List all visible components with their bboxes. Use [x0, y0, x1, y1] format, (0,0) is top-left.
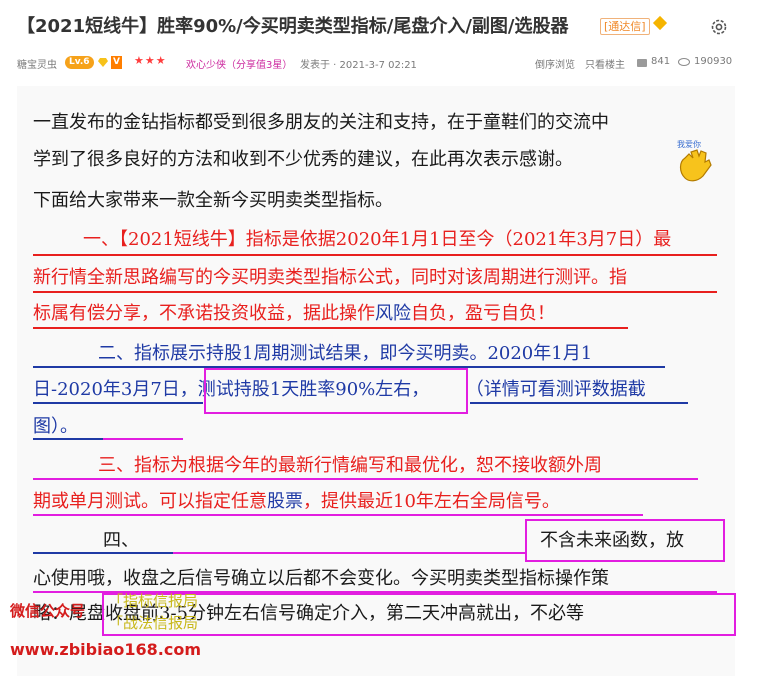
underline [33, 552, 173, 554]
view-count: 190930 [694, 56, 733, 67]
underline [33, 478, 698, 480]
underline [33, 438, 103, 440]
reverse-view-link[interactable]: 倒序浏览 [535, 56, 575, 71]
highlight-box [525, 519, 725, 562]
underline [470, 402, 688, 404]
section1-line-3: 标属有偿分享，不承诺投资收益，据此操作风险自负，盈亏自负！ [33, 298, 555, 330]
underline [173, 552, 525, 554]
sticker-text: 我爱你 [677, 139, 701, 149]
only-author-link[interactable]: 只看楼主 [585, 56, 625, 71]
stock-link[interactable]: 股票 [267, 491, 303, 512]
diamond-icon [652, 15, 668, 31]
section1-text-b: 自负，盈亏自负！ [411, 303, 555, 324]
rating-stars: ★★★ [134, 54, 167, 67]
watermark-wechat: 微信公众号 [10, 602, 86, 620]
post-time: 发表于 · 2021-3-7 02:21 [300, 60, 417, 71]
thread-header: 【2021短线牛】胜率90%/今买明卖类型指标/尾盘介入/副图/选股器 [通达信… [0, 0, 758, 50]
section3-text-a: 期或单月测试。可以指定任意 [33, 491, 267, 512]
underline [103, 438, 183, 440]
underline [33, 514, 643, 516]
underline [33, 327, 628, 329]
level-badge: Lv.6 [65, 56, 94, 69]
highlight-box [204, 368, 468, 414]
risk-link[interactable]: 风险 [375, 303, 411, 324]
comment-icon [637, 59, 647, 67]
user-rank: 欢心少侠（分享值3星） [186, 60, 293, 71]
underline [33, 402, 203, 404]
intro-line-1: 一直发布的金钻指标都受到很多朋友的关注和支持，在于童鞋们的交流中 [33, 112, 609, 133]
eye-icon [678, 58, 690, 66]
section3-text-b: ，提供最近10年左右全局信号。 [303, 491, 560, 512]
section1-line-1: 一、【2021短线牛】指标是依据2020年1月1日至今（2021年3月7日）最 [83, 229, 672, 250]
watermark-tag-1: 「指标信报局 [108, 592, 199, 610]
gear-icon[interactable] [709, 17, 729, 37]
thread-title: 【2021短线牛】胜率90%/今买明卖类型指标/尾盘介入/副图/选股器 [17, 16, 569, 37]
watermark-url: www.zbibiao168.com [10, 640, 201, 659]
section1-line-2: 新行情全新思路编写的今买明卖类型指标公式，同时对该周期进行测评。指 [33, 267, 627, 288]
section1-text-a: 标属有偿分享，不承诺投资收益，据此操作 [33, 303, 375, 324]
section2-details: （详情可看测评数据截 [465, 379, 646, 400]
intro-line-3: 下面给大家带来一款全新今买明卖类型指标。 [33, 190, 393, 211]
vip-badge: V [111, 56, 122, 69]
platform-tag[interactable]: [通达信] [600, 18, 650, 35]
waving-hand-icon: 我爱你 [677, 139, 712, 182]
intro-line-2: 学到了很多良好的方法和收到不少优秀的建议，在此再次表示感谢。 [33, 149, 573, 170]
gem-icon [98, 58, 108, 67]
watermark-tag-2: 「战法信报局 [108, 614, 199, 632]
section2-date-range: 日-2020年3月7日， [33, 379, 198, 400]
author-name[interactable]: 糖宝灵虫 [17, 56, 57, 71]
underline [33, 291, 717, 293]
post-meta: 糖宝灵虫 Lv.6 V ★★★ 欢心少侠（分享值3星） 发表于 · 2021-3… [0, 52, 758, 74]
reply-count: 841 [651, 56, 671, 67]
underline [33, 254, 717, 256]
